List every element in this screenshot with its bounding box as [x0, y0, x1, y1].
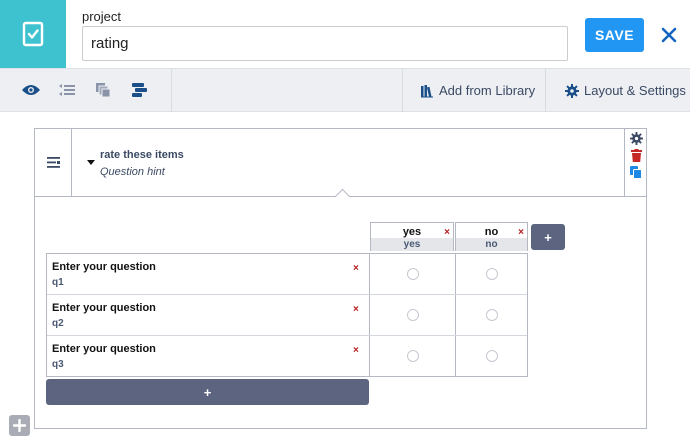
delete-row-button[interactable]: ×: [353, 263, 359, 274]
row-question: Enter your question q1 ×: [47, 254, 370, 294]
matrix-cell: [371, 295, 456, 335]
row-question: Enter your question q3 ×: [47, 336, 370, 376]
toggle-groups-button[interactable]: [56, 80, 78, 100]
toolbar: Add from Library Layout & Settings: [0, 68, 690, 112]
drag-handle-icon: [46, 157, 60, 168]
add-row-button[interactable]: +: [46, 379, 369, 405]
close-button[interactable]: [658, 24, 680, 46]
delete-column-button[interactable]: ×: [444, 227, 450, 238]
duplicate-question-button[interactable]: [629, 165, 643, 179]
radio-button[interactable]: [486, 350, 498, 362]
logic-icon: [132, 83, 147, 97]
delete-column-button[interactable]: ×: [518, 227, 524, 238]
toolbar-divider: [171, 69, 172, 112]
form-title-input[interactable]: [82, 26, 568, 61]
matrix-grid: Enter your question q1 × Enter your ques…: [46, 253, 528, 377]
table-row: Enter your question q2 ×: [47, 295, 527, 336]
radio-button[interactable]: [407, 309, 419, 321]
delete-row-button[interactable]: ×: [353, 304, 359, 315]
plus-icon: [13, 419, 26, 432]
layout-settings-button[interactable]: Layout & Settings: [565, 69, 686, 112]
question-header: rate these items Question hint: [35, 129, 646, 205]
column-label[interactable]: no: [456, 226, 527, 238]
header-notch: [334, 188, 351, 205]
matrix-cell: [457, 336, 527, 376]
logic-button[interactable]: [128, 80, 150, 100]
table-row: Enter your question q1 ×: [47, 254, 527, 295]
radio-button[interactable]: [407, 350, 419, 362]
save-button[interactable]: SAVE: [585, 18, 644, 52]
collapse-caret-icon[interactable]: [87, 160, 95, 165]
column-value[interactable]: no: [456, 238, 527, 251]
app-logo[interactable]: [0, 0, 66, 68]
question-settings-button[interactable]: [629, 131, 643, 145]
question-hint[interactable]: Question hint: [100, 166, 165, 178]
table-row: Enter your question q3 ×: [47, 336, 527, 377]
form-check-icon: [22, 21, 44, 47]
matrix-cell: [457, 295, 527, 335]
row-label[interactable]: Enter your question: [52, 343, 156, 355]
matrix-cell: [371, 254, 456, 294]
row-value[interactable]: q3: [52, 359, 64, 370]
header: project SAVE: [0, 0, 690, 68]
radio-button[interactable]: [486, 268, 498, 280]
library-icon: [421, 84, 433, 97]
matrix-cell: [457, 254, 527, 294]
project-label: project: [82, 9, 122, 24]
delete-row-button[interactable]: ×: [353, 345, 359, 356]
layers-button[interactable]: [92, 80, 114, 100]
add-question-button[interactable]: [9, 415, 30, 436]
matrix-cell: [371, 336, 456, 376]
question-title[interactable]: rate these items: [100, 149, 184, 161]
add-from-library-button[interactable]: Add from Library: [420, 69, 535, 112]
row-value[interactable]: q2: [52, 318, 64, 329]
gear-icon: [565, 83, 579, 98]
layout-settings-label: Layout & Settings: [584, 83, 686, 98]
gear-icon: [629, 131, 643, 145]
question-actions: [624, 129, 646, 196]
add-from-library-label: Add from Library: [439, 83, 536, 98]
radio-button[interactable]: [407, 268, 419, 280]
add-column-button[interactable]: +: [531, 224, 565, 250]
question-card: rate these items Question hint yes × yes…: [34, 128, 647, 429]
column-value[interactable]: yes: [371, 238, 453, 251]
row-label[interactable]: Enter your question: [52, 302, 156, 314]
drag-handle[interactable]: [35, 129, 72, 196]
toolbar-divider: [545, 69, 546, 112]
matrix-column-yes[interactable]: yes × yes: [370, 222, 454, 251]
column-label[interactable]: yes: [371, 226, 453, 238]
row-value[interactable]: q1: [52, 277, 64, 288]
radio-button[interactable]: [486, 309, 498, 321]
layers-icon: [96, 83, 111, 98]
row-label[interactable]: Enter your question: [52, 261, 156, 273]
close-icon: [661, 27, 677, 43]
toolbar-divider: [402, 69, 403, 112]
matrix-column-no[interactable]: no × no: [455, 222, 528, 251]
trash-icon: [630, 148, 642, 162]
preview-button[interactable]: [20, 80, 42, 100]
copy-icon: [630, 165, 642, 179]
delete-question-button[interactable]: [629, 148, 643, 162]
eye-icon: [22, 85, 40, 95]
list-toggle-icon: [59, 84, 75, 96]
row-question: Enter your question q2 ×: [47, 295, 370, 335]
